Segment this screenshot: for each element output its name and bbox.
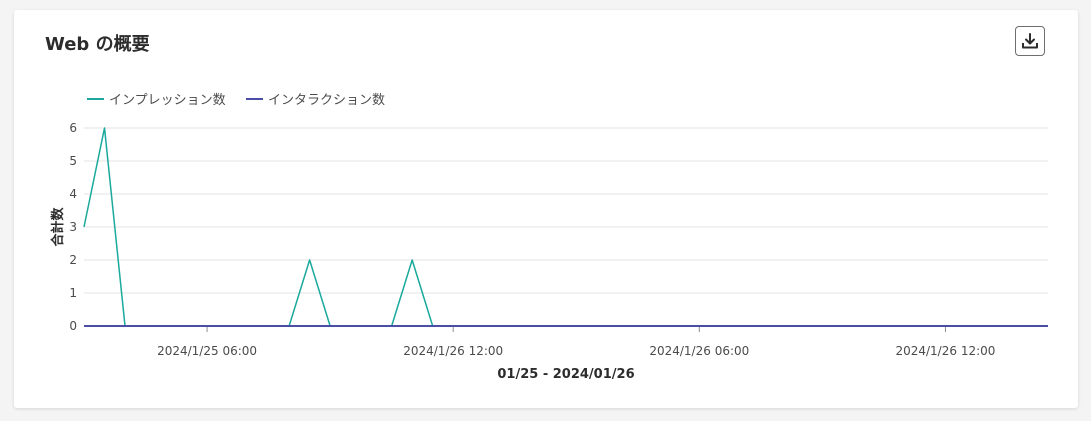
legend-label: インタラクション数	[268, 93, 385, 108]
y-tick-label: 4	[69, 187, 77, 201]
x-tick-label: 2024/1/26 12:00	[403, 344, 503, 358]
legend-label: インプレッション数	[109, 93, 226, 108]
x-tick-label: 2024/1/26 06:00	[649, 344, 749, 358]
y-tick-label: 0	[69, 319, 77, 333]
y-tick-label: 1	[69, 286, 77, 300]
y-tick-label: 3	[69, 220, 77, 234]
y-tick-label: 6	[69, 121, 77, 135]
x-axis-title: 01/25 - 2024/01/26	[497, 367, 634, 382]
y-axis-title: 合計数	[50, 207, 66, 247]
y-tick-label: 2	[69, 253, 77, 267]
x-tick-label: 2024/1/26 12:00	[895, 344, 995, 358]
line-chart: 0 1 2 3 4 5 6 2024/1/25 06:00 2024/1/26 12:00 202…	[50, 93, 1048, 382]
x-tick-label: 2024/1/25 06:00	[157, 344, 257, 358]
y-tick-label: 5	[69, 154, 77, 168]
